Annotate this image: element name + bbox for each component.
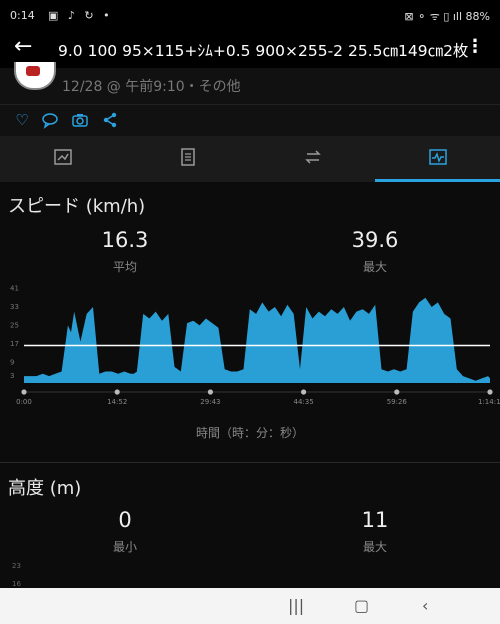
- laps-tab-icon: [304, 150, 321, 164]
- home-icon[interactable]: ▢: [354, 596, 369, 615]
- speed-average-value: 16.3: [101, 228, 149, 252]
- altitude-y-tick: 16: [12, 580, 21, 588]
- status-bar: 0:14 ▣ ♪ ↻ • ⊠ ⚬ ᯤ ▯ ıll 88%: [0, 0, 500, 30]
- page-title: 9.0 100 95×115+ｼﾑ+0.5 900×255-2 25.5㎝149…: [58, 42, 469, 60]
- system-icons: ⊠ ⚬ ᯤ ▯ ıll 88%: [404, 10, 490, 23]
- x-tick-dot: [207, 389, 213, 395]
- activity-date: 12/28 @ 午前9:10・その他: [62, 79, 241, 95]
- camera-icon[interactable]: [70, 111, 90, 131]
- speed-title: スピード (km/h): [8, 196, 146, 217]
- tab-bar: [0, 136, 500, 182]
- like-heart-icon[interactable]: ♡: [12, 111, 32, 131]
- action-row: ♡: [0, 104, 500, 137]
- comment-icon[interactable]: [40, 111, 60, 131]
- x-tick-label: 1:14:18: [478, 398, 500, 406]
- x-tick-label: 59:26: [386, 398, 407, 406]
- list-tab-icon: [180, 148, 195, 166]
- x-tick-label: 0:00: [16, 398, 32, 406]
- y-tick-label: 17: [10, 340, 19, 348]
- graph-tab-icon: [428, 149, 447, 165]
- x-tick-dot: [21, 389, 27, 395]
- x-tick-dot: [394, 389, 400, 395]
- x-tick-dot: [301, 389, 307, 395]
- chart-tab-icon: [53, 149, 72, 165]
- altitude-max-value: 11: [361, 508, 389, 532]
- altitude-min-label: 最小: [112, 540, 137, 554]
- x-tick-label: 44:35: [293, 398, 314, 406]
- speed-max-label: 最大: [362, 260, 387, 274]
- notification-icons: ▣ ♪ ↻ •: [48, 9, 113, 22]
- more-options-icon[interactable]: ⋮: [466, 36, 484, 57]
- activity-header: 12/28 @ 午前9:10・その他: [0, 62, 500, 104]
- avatar[interactable]: [14, 62, 56, 90]
- system-nav-bar: ||| ▢ ‹: [0, 588, 500, 624]
- section-divider: [0, 462, 500, 463]
- tab-laps[interactable]: [250, 136, 375, 182]
- speed-area-series: [24, 297, 490, 383]
- status-time: 0:14: [10, 9, 35, 22]
- y-tick-label: 3: [10, 372, 14, 380]
- x-axis-title: 時間（時：分：秒）: [195, 426, 304, 440]
- recent-apps-icon[interactable]: |||: [288, 596, 304, 615]
- y-tick-label: 9: [10, 358, 14, 366]
- tab-graphs[interactable]: [375, 136, 500, 182]
- y-tick-label: 41: [10, 285, 19, 293]
- x-tick-label: 29:43: [200, 398, 221, 406]
- altitude-max-label: 最大: [362, 540, 387, 554]
- speed-max-value: 39.6: [351, 228, 399, 252]
- y-tick-label: 25: [10, 321, 19, 329]
- tab-stats[interactable]: [125, 136, 250, 182]
- altitude-title: 高度 (m): [8, 478, 82, 499]
- altitude-y-tick: 23: [12, 562, 21, 570]
- speed-average-label: 平均: [112, 260, 137, 274]
- x-tick-dot: [114, 389, 120, 395]
- back-arrow-icon[interactable]: ←: [14, 34, 32, 59]
- altitude-min-value: 0: [118, 508, 132, 532]
- back-nav-icon[interactable]: ‹: [422, 596, 428, 615]
- x-tick-dot: [487, 389, 493, 395]
- speed-chart[interactable]: 41 33 25 17 9 3: [0, 280, 500, 410]
- app-bar: ← 9.0 100 95×115+ｼﾑ+0.5 900×255-2 25.5㎝1…: [0, 30, 500, 68]
- share-icon[interactable]: [100, 111, 120, 131]
- tab-overview[interactable]: [0, 136, 125, 182]
- x-tick-label: 14:52: [107, 398, 128, 406]
- y-tick-label: 33: [10, 303, 19, 311]
